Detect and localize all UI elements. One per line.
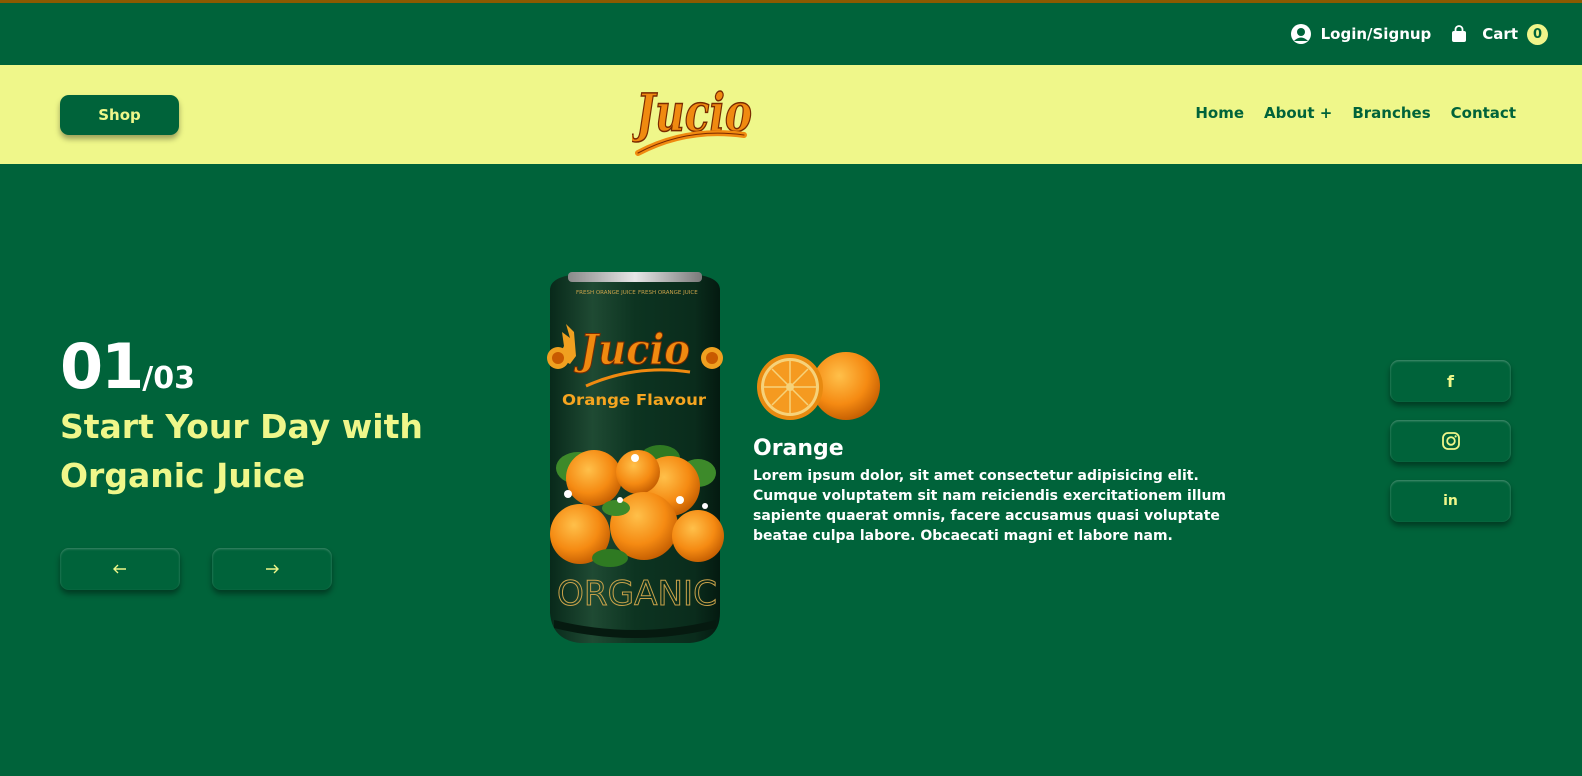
next-slide-button[interactable] (212, 548, 332, 590)
hero-headline: Start Your Day with Organic Juice (60, 407, 423, 495)
nav-home[interactable]: Home (1195, 104, 1244, 122)
linkedin-button[interactable]: in (1390, 480, 1511, 522)
juice-can-image: FRESH ORANGE JUICE FRESH ORANGE JUICE Ju… (547, 272, 724, 643)
can-top-text: FRESH ORANGE JUICE (576, 290, 636, 296)
main-navbar: Shop Jucio Home About + Branches Contact (0, 65, 1582, 164)
can-brand: Jucio (574, 325, 690, 374)
arrow-left-icon (113, 564, 126, 574)
product-description: Lorem ipsum dolor, sit amet consectetur … (753, 468, 1227, 544)
nav-contact[interactable]: Contact (1451, 104, 1516, 122)
user-icon (1290, 24, 1311, 44)
slide-total: /03 (142, 361, 195, 396)
facebook-icon: f (1447, 371, 1454, 391)
can-top-text-2: FRESH ORANGE JUICE (638, 290, 698, 296)
main-menu: Home About + Branches Contact (1195, 104, 1516, 122)
login-signup-label: Login/Signup (1320, 25, 1432, 43)
nav-about[interactable]: About + (1264, 104, 1332, 122)
instagram-button[interactable] (1390, 420, 1511, 462)
slide-current: 01 (60, 330, 144, 403)
slide-counter: 01 /03 (60, 330, 195, 403)
facebook-button[interactable]: f (1390, 360, 1511, 402)
can-organic-text: ORGANIC (557, 574, 717, 614)
cart-label: Cart (1482, 25, 1518, 43)
top-bar: Login/Signup Cart 0 (0, 3, 1582, 65)
cart-link[interactable]: Cart 0 (1451, 23, 1548, 45)
instagram-icon (1441, 432, 1460, 450)
linkedin-icon: in (1443, 493, 1458, 509)
can-flavour: Orange Flavour (562, 391, 707, 409)
arrow-right-icon (266, 564, 279, 574)
cart-count-badge: 0 (1527, 23, 1548, 45)
shop-button[interactable]: Shop (60, 95, 179, 135)
nav-branches[interactable]: Branches (1352, 104, 1430, 122)
prev-slide-button[interactable] (60, 548, 180, 590)
jucio-logo[interactable]: Jucio (632, 69, 757, 163)
account-links: Login/Signup Cart 0 (1290, 23, 1548, 45)
product-title: Orange (753, 436, 844, 461)
shopping-bag-icon (1452, 25, 1467, 42)
login-signup-link[interactable]: Login/Signup (1290, 23, 1432, 45)
orange-fruit-image (757, 352, 880, 420)
